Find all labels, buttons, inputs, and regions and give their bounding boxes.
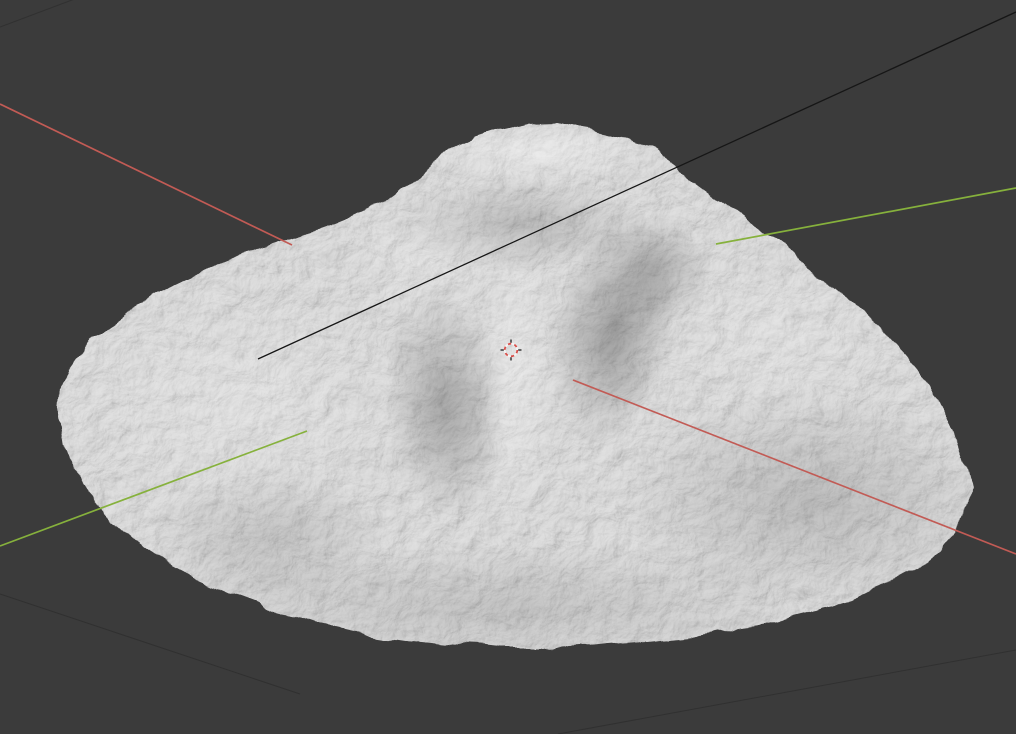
viewport-3d[interactable] xyxy=(0,0,1016,734)
viewport-canvas xyxy=(0,0,1016,734)
